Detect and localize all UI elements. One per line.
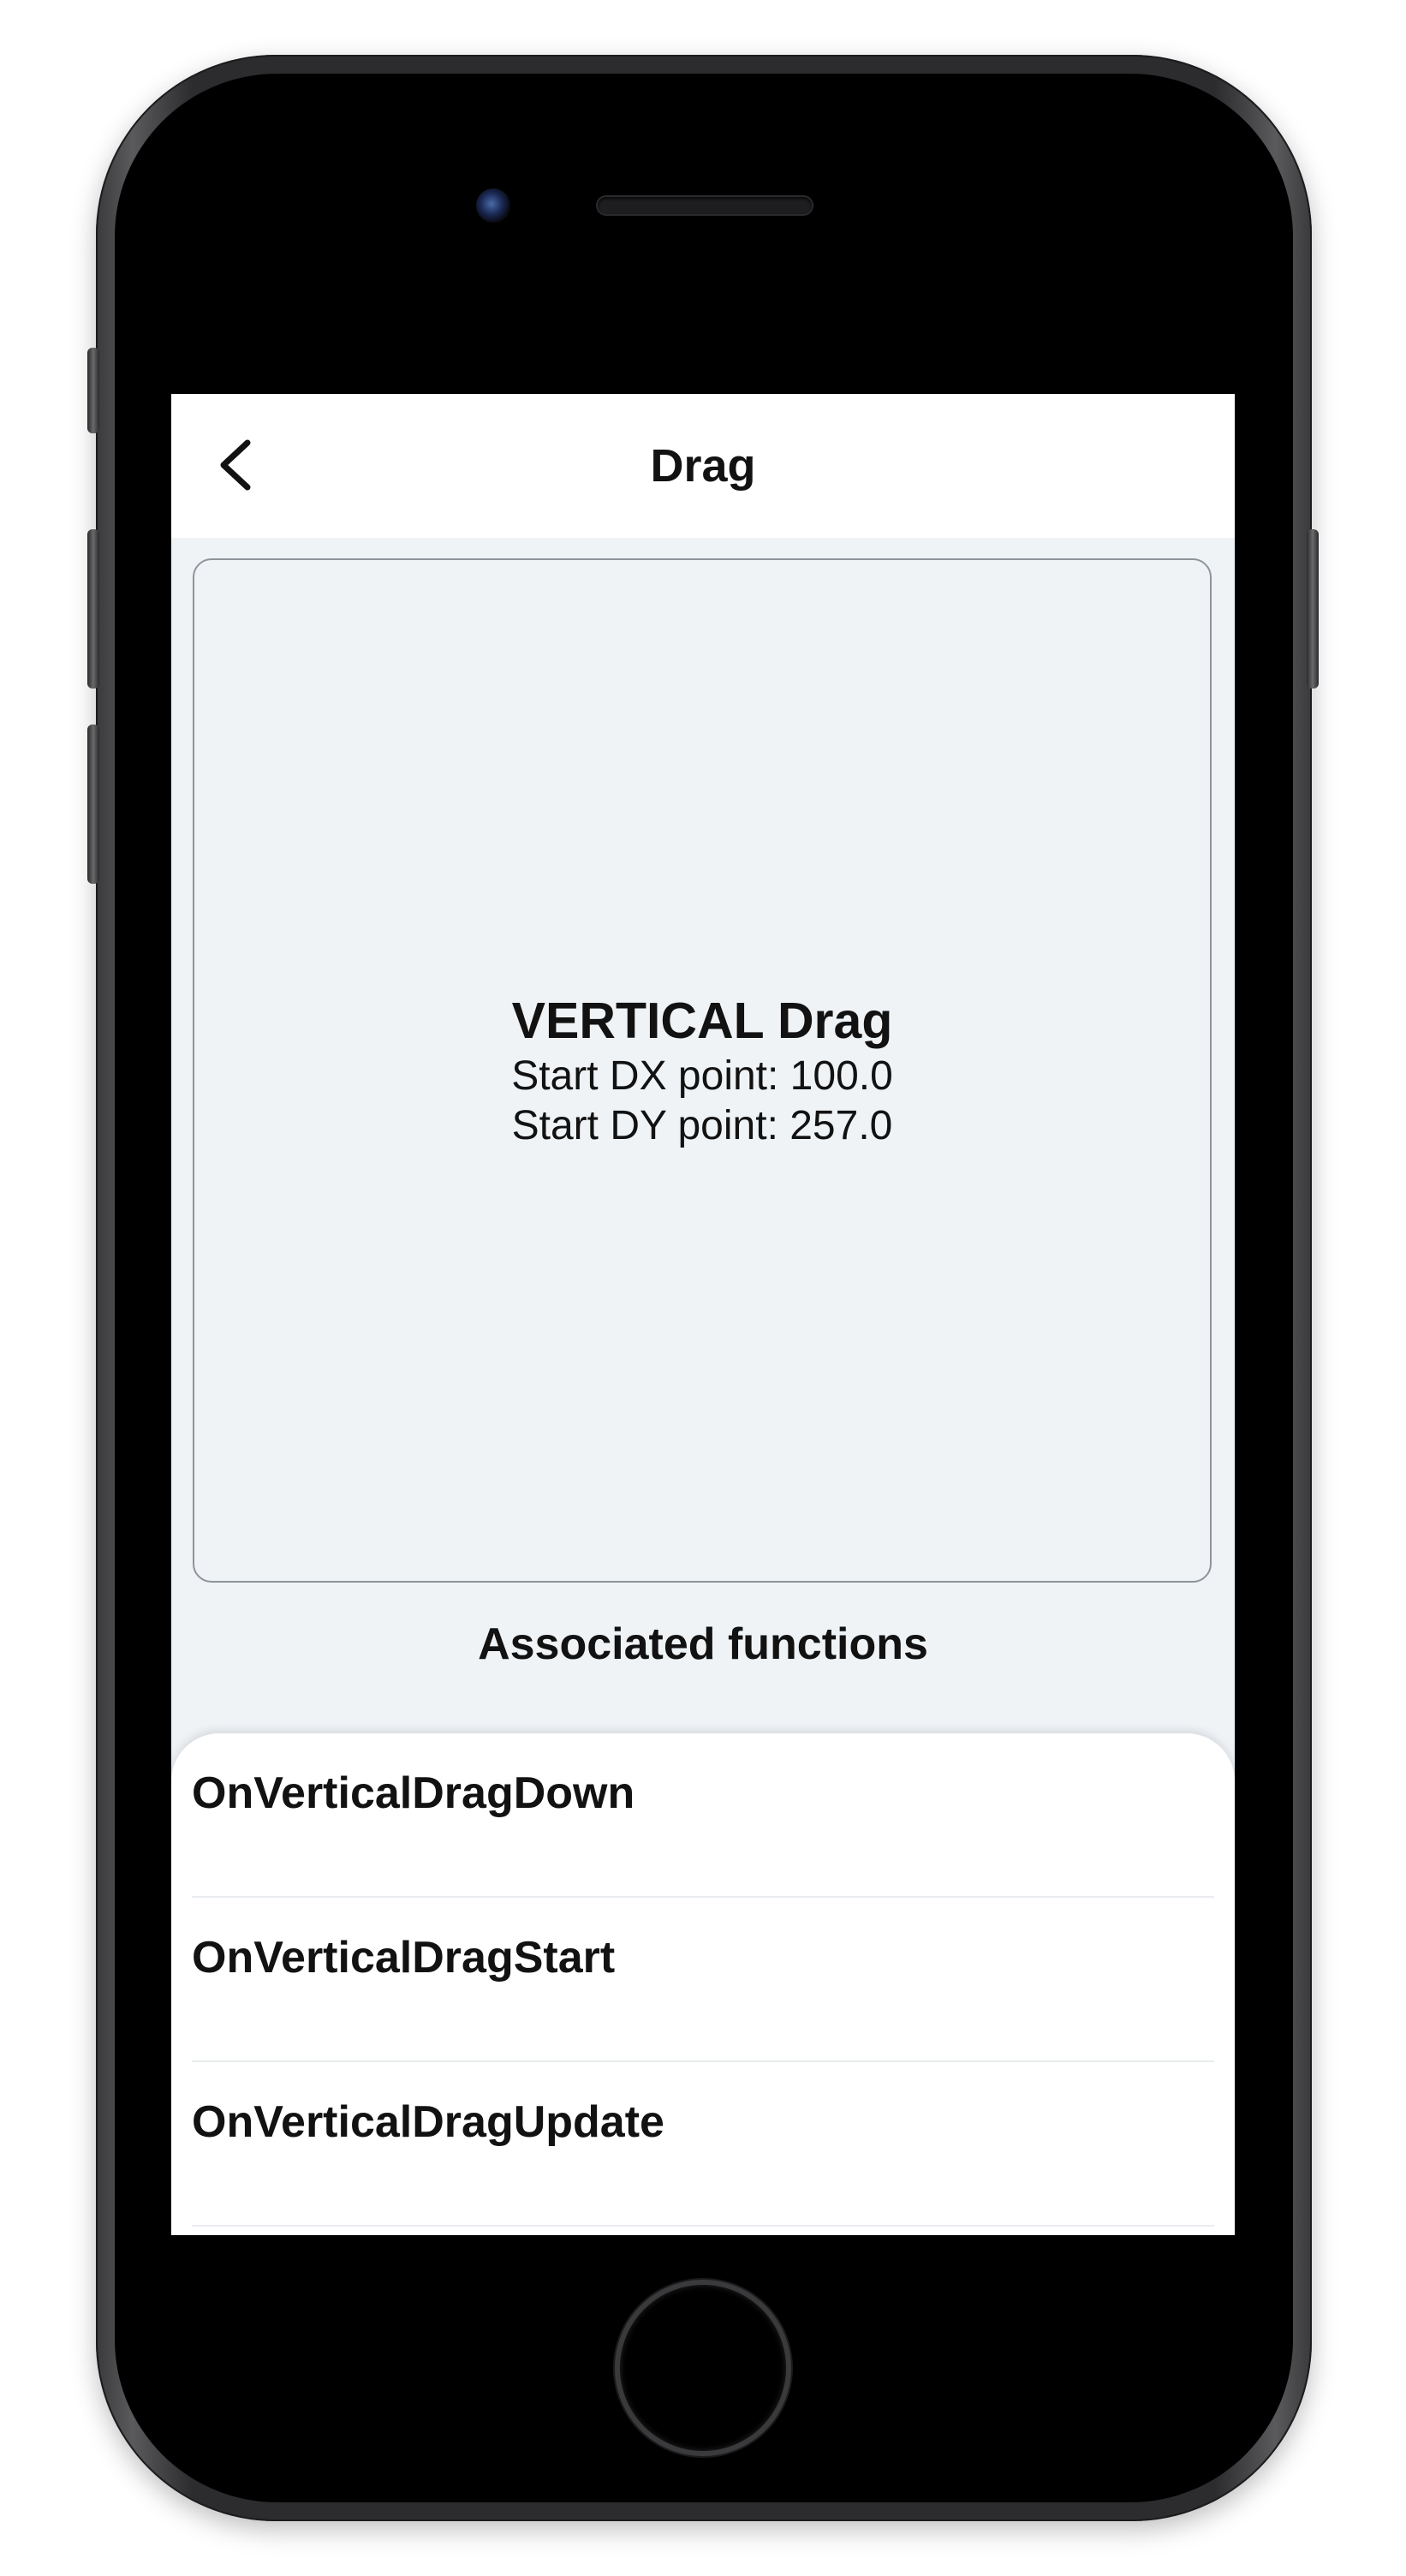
front-camera [476,188,510,223]
home-button[interactable] [620,2285,786,2451]
drag-heading: VERTICAL Drag [511,993,893,1049]
start-dx-readout: Start DX point: 100.0 [511,1053,893,1099]
start-dy-readout: Start DY point: 257.0 [511,1103,893,1148]
app-bar: Drag [171,394,1235,538]
drag-area[interactable]: VERTICAL Drag Start DX point: 100.0 Star… [193,558,1212,1583]
chevron-left-icon [220,439,251,491]
function-item-label: OnVerticalDragStart [192,1933,616,1983]
volume-up-button [87,529,99,689]
function-item-vertical-drag-start[interactable]: OnVerticalDragStart [192,1898,1214,2062]
associated-functions-title: Associated functions [478,1619,928,1669]
earpiece-speaker [598,197,812,214]
function-item-label: OnVerticalDragUpdate [192,2097,664,2147]
function-item-vertical-drag-down[interactable]: OnVerticalDragDown [192,1733,1214,1898]
back-button[interactable] [206,435,265,495]
volume-down-button [87,724,99,884]
function-item-label: OnVerticalDragDown [192,1768,635,1818]
status-bar [171,336,1235,394]
app-screen: Drag VERTICAL Drag Start DX point: 100.0… [171,336,1235,2235]
function-item-vertical-drag-update[interactable]: OnVerticalDragUpdate [192,2062,1214,2227]
functions-sheet: OnVerticalDragDown OnVerticalDragStart O… [171,1733,1235,2235]
power-button [1307,529,1319,689]
mute-switch [87,348,99,433]
page-title: Drag [650,440,756,492]
